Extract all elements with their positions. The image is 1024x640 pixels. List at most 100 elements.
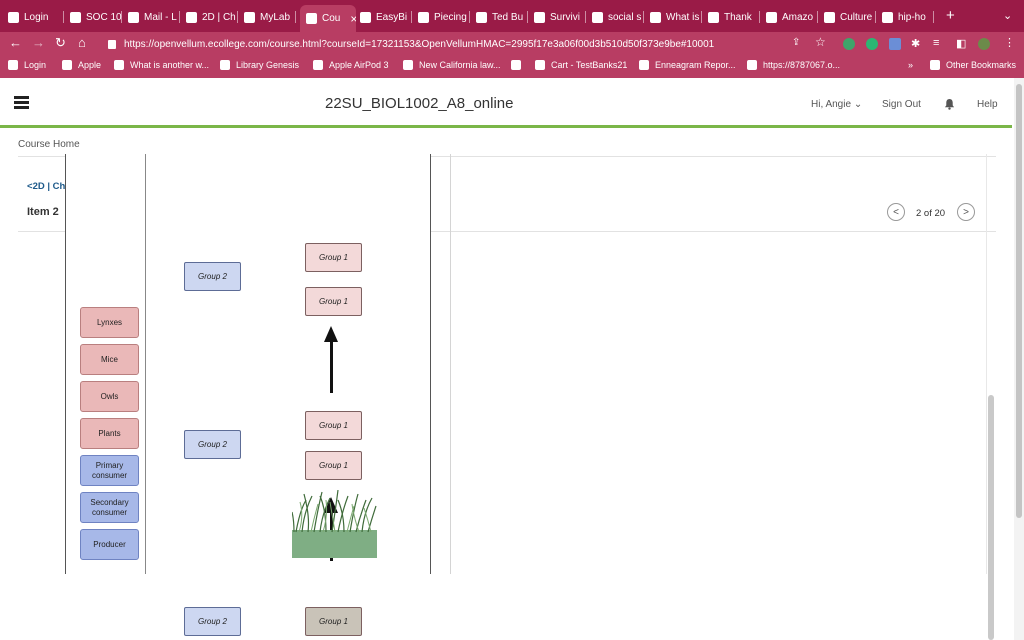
tab-label: EasyBi bbox=[376, 11, 408, 23]
culture-icon bbox=[824, 11, 835, 23]
bookmark-item[interactable]: Login bbox=[8, 60, 46, 70]
item-title: Item 2 bbox=[27, 206, 59, 218]
bookmark-favicon-icon bbox=[403, 60, 413, 70]
extension-grammarly-icon[interactable] bbox=[843, 38, 855, 50]
bookmark-item[interactable]: Apple bbox=[62, 60, 101, 70]
label-producer[interactable]: Producer bbox=[80, 529, 139, 560]
browser-tab[interactable]: MyLab bbox=[244, 8, 296, 26]
help-link[interactable]: Help bbox=[977, 99, 998, 110]
label-primary-consumer[interactable]: Primary consumer bbox=[80, 455, 139, 486]
tab-separator bbox=[933, 11, 934, 23]
bookmark-item[interactable]: Apple AirPod 3 bbox=[313, 60, 389, 70]
bookmark-star-icon[interactable]: ☆ bbox=[815, 35, 826, 49]
browser-tab[interactable]: Mail - L bbox=[128, 8, 180, 26]
next-item-button[interactable]: > bbox=[957, 203, 975, 221]
new-tab-button[interactable]: + bbox=[946, 7, 955, 24]
browser-tab[interactable]: Thank bbox=[708, 8, 760, 26]
sign-out-link[interactable]: Sign Out bbox=[882, 99, 921, 110]
bookmark-favicon-icon bbox=[535, 60, 545, 70]
browser-tab[interactable]: EasyBi bbox=[360, 8, 412, 26]
drop-target-group2-bottom[interactable]: Group 2 bbox=[184, 607, 241, 636]
reading-list-icon[interactable]: ≡ bbox=[933, 37, 939, 49]
google-icon bbox=[592, 11, 603, 23]
tab-label: Ted Bu bbox=[492, 11, 524, 23]
browser-tab[interactable]: social s bbox=[592, 8, 644, 26]
drop-target-group1-a[interactable]: Group 1 bbox=[305, 243, 362, 272]
label-secondary-consumer[interactable]: Secondary consumer bbox=[80, 492, 139, 523]
drop-target-group1-d[interactable]: Group 1 bbox=[305, 451, 362, 480]
extensions-puzzle-icon[interactable]: ✱ bbox=[911, 37, 920, 50]
bookmark-label: » bbox=[908, 60, 914, 70]
tab-search-chevron-icon[interactable]: ⌄ bbox=[1003, 9, 1012, 22]
tab-label: Cou bbox=[322, 13, 341, 24]
bookmark-item[interactable]: What is another w... bbox=[114, 60, 209, 70]
bookmark-item[interactable]: Library Genesis bbox=[220, 60, 299, 70]
bookmark-item[interactable]: Enneagram Repor... bbox=[639, 60, 736, 70]
label-mice[interactable]: Mice bbox=[80, 344, 139, 375]
amazon-icon bbox=[708, 11, 719, 23]
back-arrow-icon[interactable]: ← bbox=[9, 35, 22, 50]
grass-plant-image bbox=[292, 490, 377, 558]
tab-label: Login bbox=[24, 11, 49, 23]
bookmark-item[interactable]: » bbox=[908, 60, 913, 70]
home-icon[interactable]: ⌂ bbox=[78, 35, 86, 50]
browser-menu-icon[interactable]: ⋮ bbox=[1004, 36, 1015, 49]
browser-tab[interactable]: SOC 10 bbox=[70, 8, 122, 26]
bell-icon[interactable] bbox=[944, 98, 955, 110]
tab-label: Thank bbox=[724, 11, 752, 23]
drop-target-group1-c[interactable]: Group 1 bbox=[305, 411, 362, 440]
bookmark-favicon-icon bbox=[639, 60, 649, 70]
drop-target-group2-middle[interactable]: Group 2 bbox=[184, 430, 241, 459]
amazon-icon bbox=[766, 11, 777, 23]
header-divider bbox=[0, 125, 1012, 128]
tab-label: Piecing bbox=[434, 11, 467, 23]
browser-tab[interactable]: 2D | Ch bbox=[186, 8, 238, 26]
label-owls[interactable]: Owls bbox=[80, 381, 139, 412]
user-menu[interactable]: Hi, Angie ⌄ bbox=[811, 99, 862, 110]
label-lynxes[interactable]: Lynxes bbox=[80, 307, 139, 338]
close-tab-icon[interactable]: × bbox=[350, 12, 356, 26]
page-scrollbar[interactable] bbox=[1014, 78, 1024, 640]
label-plants[interactable]: Plants bbox=[80, 418, 139, 449]
browser-tab[interactable]: Culture bbox=[824, 8, 876, 26]
browser-tab[interactable]: Survivi bbox=[534, 8, 586, 26]
tab-label: What is bbox=[666, 11, 700, 23]
answer-area-scrollbar[interactable] bbox=[988, 395, 994, 640]
bookmark-item[interactable]: New California law... bbox=[403, 60, 501, 70]
browser-tab[interactable]: Amazo bbox=[766, 8, 818, 26]
tab-label: Amazo bbox=[782, 11, 814, 23]
profile-avatar-icon[interactable] bbox=[978, 38, 990, 50]
bookmark-favicon-icon bbox=[8, 60, 18, 70]
course-icon bbox=[306, 13, 317, 24]
side-panel-icon[interactable]: ◧ bbox=[956, 37, 966, 50]
share-icon[interactable]: ⇪ bbox=[792, 37, 800, 48]
chevron-right-icon: > bbox=[963, 206, 969, 218]
tab-separator bbox=[295, 11, 296, 23]
course-home-link[interactable]: Course Home bbox=[18, 139, 80, 150]
page-scrollbar-thumb[interactable] bbox=[1016, 84, 1022, 518]
browser-tab[interactable]: Cou × bbox=[300, 5, 356, 32]
bookmark-item[interactable] bbox=[511, 60, 527, 70]
tab-separator bbox=[585, 11, 586, 23]
url-text: https://openvellum.ecollege.com/course.h… bbox=[124, 38, 715, 50]
drop-target-group1-b[interactable]: Group 1 bbox=[305, 287, 362, 316]
browser-tab[interactable]: Ted Bu bbox=[476, 8, 528, 26]
browser-tab[interactable]: Login bbox=[8, 8, 64, 26]
tab-label: Survivi bbox=[550, 11, 581, 23]
bookmark-item[interactable]: Cart - TestBanks21 bbox=[535, 60, 627, 70]
extension-green-icon[interactable] bbox=[866, 38, 878, 50]
bookmark-item[interactable]: Other Bookmarks bbox=[930, 60, 1016, 70]
prev-item-button[interactable]: < bbox=[887, 203, 905, 221]
browser-tab[interactable]: Piecing bbox=[418, 8, 470, 26]
drop-target-group2-top[interactable]: Group 2 bbox=[184, 262, 241, 291]
address-bar[interactable]: https://openvellum.ecollege.com/course.h… bbox=[100, 35, 838, 53]
reload-icon[interactable]: ↻ bbox=[55, 35, 66, 51]
drop-target-group1-bottom[interactable]: Group 1 bbox=[305, 607, 362, 636]
browser-tab[interactable]: hip-ho bbox=[882, 8, 934, 26]
browser-tab[interactable]: What is bbox=[650, 8, 702, 26]
tab-separator bbox=[643, 11, 644, 23]
forward-arrow-icon[interactable]: → bbox=[32, 35, 45, 50]
bookmark-item[interactable]: https://8787067.o... bbox=[747, 60, 840, 70]
extension-blue-icon[interactable] bbox=[889, 38, 901, 50]
hamburger-menu-icon[interactable] bbox=[14, 96, 29, 109]
